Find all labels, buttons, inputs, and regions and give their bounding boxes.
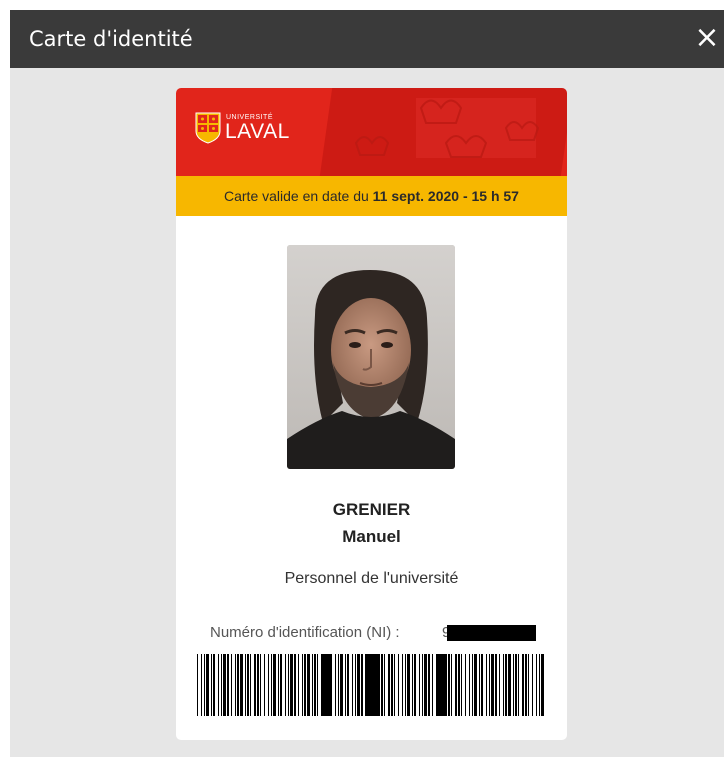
window-top-edge (0, 0, 724, 10)
logo-laval-text: LAVAL (225, 120, 290, 143)
validity-bar: Carte valide en date du 11 sept. 2020 - … (176, 176, 567, 216)
dialog-title: Carte d'identité (29, 27, 193, 51)
role-label: Personnel de l'université (284, 570, 459, 587)
profile-photo (287, 245, 455, 469)
close-icon[interactable]: × (692, 23, 722, 54)
universite-laval-shield-icon (195, 112, 221, 144)
ni-redaction (447, 625, 536, 641)
barcode (197, 654, 544, 716)
card-banner: UNIVERSITÉ LAVAL (176, 88, 567, 176)
last-name: GRENIER (332, 500, 411, 519)
first-name: Manuel (342, 527, 401, 546)
dialog-titlebar: Carte d'identité × (10, 10, 724, 68)
id-card-dialog: Carte d'identité × UNIVERSITÉ LAVAL Cart… (10, 10, 724, 757)
person-portrait (287, 245, 455, 469)
ni-label: Numéro d'identification (NI) : (210, 624, 400, 641)
id-card: UNIVERSITÉ LAVAL Carte valide en date du… (176, 88, 567, 740)
validity-datetime: 11 sept. 2020 - 15 h 57 (372, 188, 519, 204)
banner-decoration (354, 99, 540, 158)
validity-prefix: Carte valide en date du (224, 188, 373, 204)
